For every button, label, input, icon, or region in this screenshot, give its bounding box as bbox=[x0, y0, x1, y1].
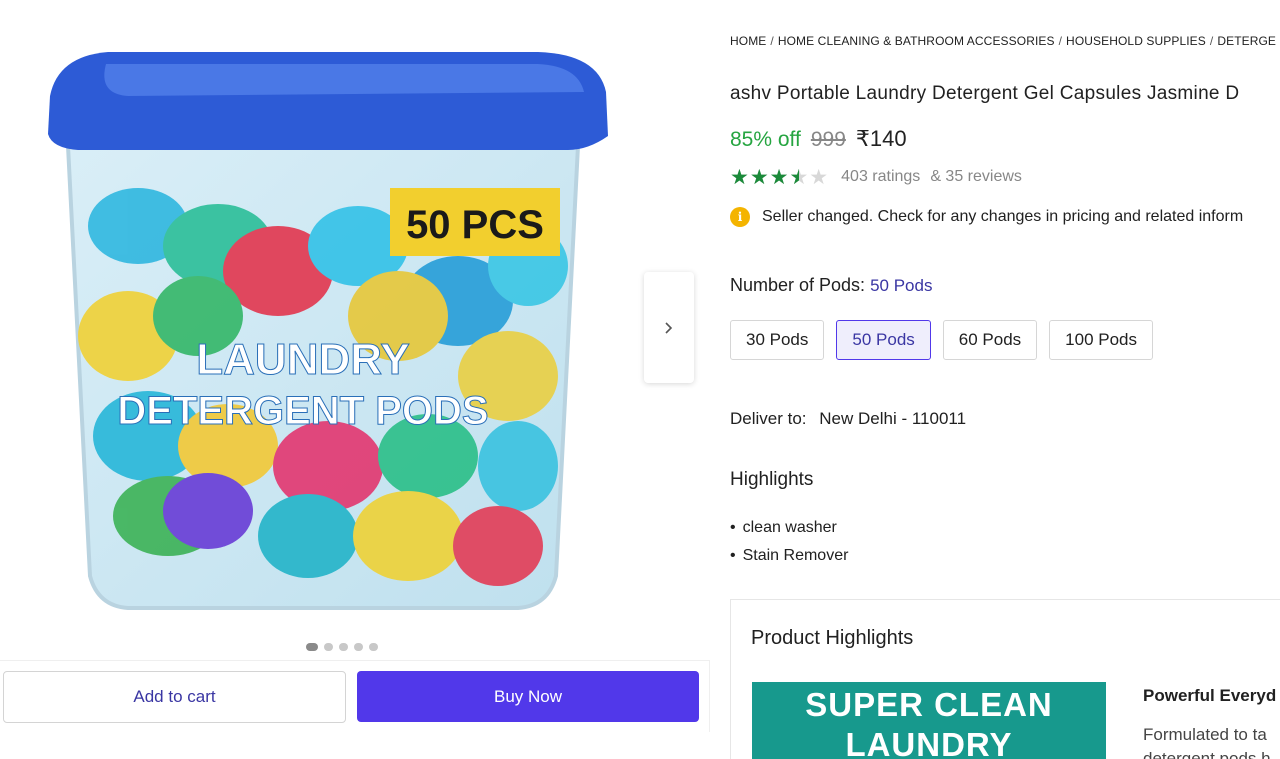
delivery-location[interactable]: Deliver to: New Delhi - 110011 bbox=[730, 409, 966, 429]
highlight-item: Stain Remover bbox=[730, 542, 849, 570]
product-highlights-card: Product Highlights SUPER CLEAN LAUNDRY P… bbox=[730, 599, 1280, 759]
highlight-feature-text: Formulated to ta detergent pods h bbox=[1143, 725, 1271, 759]
product-highlights-banner: SUPER CLEAN LAUNDRY bbox=[752, 682, 1106, 759]
ratings-count[interactable]: 403 ratings bbox=[841, 168, 920, 186]
price-row: 85% off 999 ₹140 bbox=[730, 126, 907, 152]
variant-label-text: Number of Pods: bbox=[730, 275, 866, 295]
product-title: ashv Portable Laundry Detergent Gel Caps… bbox=[730, 83, 1240, 104]
product-highlights-title: Product Highlights bbox=[751, 627, 914, 649]
image-badge-text: 50 PCS bbox=[406, 203, 544, 247]
purchase-action-bar: Add to cart Buy Now bbox=[0, 660, 710, 732]
notice-text: Seller changed. Check for any changes in… bbox=[762, 208, 1244, 225]
next-image-button[interactable] bbox=[644, 272, 694, 383]
pagination-dot[interactable] bbox=[369, 643, 378, 651]
product-details: HOME / HOME CLEANING & BATHROOM ACCESSORIE… bbox=[730, 0, 1280, 759]
breadcrumb: HOME / HOME CLEANING & BATHROOM ACCESSORIE… bbox=[730, 34, 1277, 48]
product-image[interactable]: 50 PCS LAUNDRY DETERGENT PODS bbox=[28, 16, 620, 626]
image-label-line2: DETERGENT PODS bbox=[117, 389, 488, 433]
rating-row[interactable]: ★★★★★ ★★★★★ 403 ratings & 35 reviews bbox=[730, 166, 1022, 188]
seller-changed-notice: i Seller changed. Check for any changes … bbox=[730, 207, 1243, 227]
variant-option-60-pods[interactable]: 60 Pods bbox=[942, 320, 1038, 360]
deliver-label: Deliver to: bbox=[730, 409, 807, 428]
banner-line-2: LAUNDRY bbox=[845, 726, 1013, 759]
breadcrumb-home-cleaning[interactable]: HOME CLEANING & BATHROOM ACCESSORIES bbox=[778, 34, 1055, 48]
pagination-dot[interactable] bbox=[306, 643, 318, 651]
highlights-list: clean washer Stain Remover bbox=[730, 514, 849, 570]
breadcrumb-home[interactable]: HOME bbox=[730, 34, 766, 48]
chevron-right-icon bbox=[665, 321, 673, 334]
variant-option-100-pods[interactable]: 100 Pods bbox=[1049, 320, 1154, 360]
highlight-item: clean washer bbox=[730, 514, 848, 542]
info-icon: i bbox=[730, 207, 750, 227]
variant-option-50-pods[interactable]: 50 Pods bbox=[836, 320, 931, 360]
original-price: 999 bbox=[810, 128, 846, 151]
selling-price: ₹140 bbox=[855, 126, 907, 151]
star-rating-fill: ★★★★★ bbox=[730, 166, 799, 188]
highlights-title: Highlights bbox=[730, 469, 814, 490]
reviews-count[interactable]: & 35 reviews bbox=[930, 168, 1022, 186]
star-rating: ★★★★★ ★★★★★ bbox=[730, 165, 830, 189]
buy-now-button[interactable]: Buy Now bbox=[357, 671, 699, 722]
pagination-dot[interactable] bbox=[339, 643, 348, 651]
breadcrumb-detergents[interactable]: DETERGE bbox=[1217, 34, 1276, 48]
banner-line-1: SUPER CLEAN bbox=[805, 686, 1053, 723]
product-gallery: 50 PCS LAUNDRY DETERGENT PODS Add to car… bbox=[0, 0, 712, 759]
image-pagination-dots bbox=[306, 643, 378, 651]
variant-label: Number of Pods: 50 Pods bbox=[730, 275, 932, 296]
add-to-cart-button[interactable]: Add to cart bbox=[3, 671, 346, 723]
variant-option-30-pods[interactable]: 30 Pods bbox=[730, 320, 825, 360]
variant-selected-value: 50 Pods bbox=[870, 276, 933, 295]
pagination-dot[interactable] bbox=[354, 643, 363, 651]
deliver-location-value[interactable]: New Delhi - 110011 bbox=[819, 409, 966, 428]
image-label-line1: LAUNDRY bbox=[196, 335, 409, 384]
variant-options: 30 Pods 50 Pods 60 Pods 100 Pods bbox=[730, 320, 1154, 360]
breadcrumb-household-supplies[interactable]: HOUSEHOLD SUPPLIES bbox=[1066, 34, 1206, 48]
discount-percent: 85% off bbox=[730, 128, 801, 151]
pagination-dot[interactable] bbox=[324, 643, 333, 651]
highlight-feature-title: Powerful Everyd bbox=[1143, 686, 1277, 705]
